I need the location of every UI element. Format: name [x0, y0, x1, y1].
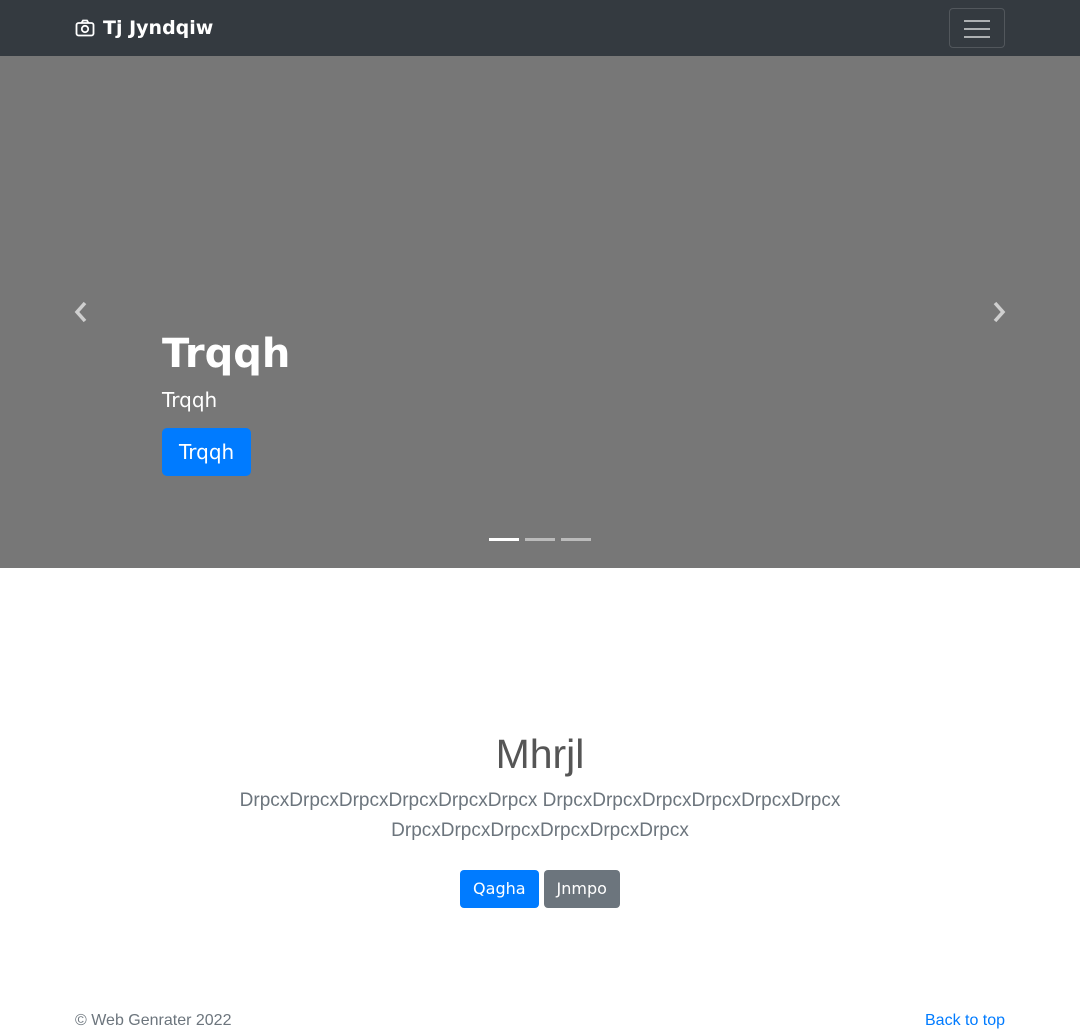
- navbar: Tj Jyndqiw: [0, 0, 1080, 56]
- carousel-prev-button[interactable]: [72, 300, 92, 324]
- carousel-indicator[interactable]: [525, 538, 555, 541]
- carousel-indicators: [489, 538, 591, 541]
- footer-copyright: © Web Genrater 2022: [75, 1012, 232, 1029]
- jumbotron: Mhrjl DrpcxDrpcxDrpcxDrpcxDrpcxDrpcx Drp…: [0, 728, 1080, 908]
- chevron-right-icon: [993, 301, 1006, 323]
- primary-button[interactable]: Qagha: [460, 870, 539, 908]
- navbar-toggler-button[interactable]: [949, 8, 1005, 48]
- navbar-brand[interactable]: Tj Jyndqiw: [75, 14, 213, 42]
- carousel-indicator[interactable]: [561, 538, 591, 541]
- jumbotron-lead: DrpcxDrpcxDrpcxDrpcxDrpcxDrpcx DrpcxDrpc…: [239, 790, 841, 841]
- carousel-caption: Trqqh Trqqh Trqqh: [162, 328, 290, 476]
- slide-text: Trqqh: [162, 388, 218, 412]
- brand-name: Tj Jyndqiw: [103, 17, 214, 39]
- chevron-left-icon: [74, 301, 87, 323]
- slide-button[interactable]: Trqqh: [162, 428, 252, 476]
- carousel-indicator[interactable]: [489, 538, 519, 541]
- camera-icon: [75, 19, 95, 37]
- hero-carousel: Trqqh Trqqh Trqqh: [0, 56, 1080, 568]
- secondary-button[interactable]: Jnmpo: [543, 870, 620, 908]
- back-to-top-link[interactable]: Back to top: [925, 1012, 1005, 1030]
- jumbotron-buttons: Qagha Jnmpo: [0, 870, 1080, 908]
- carousel-next-button[interactable]: [988, 300, 1008, 324]
- slide-heading: Trqqh: [162, 331, 291, 377]
- jumbotron-heading: Mhrjl: [495, 731, 585, 777]
